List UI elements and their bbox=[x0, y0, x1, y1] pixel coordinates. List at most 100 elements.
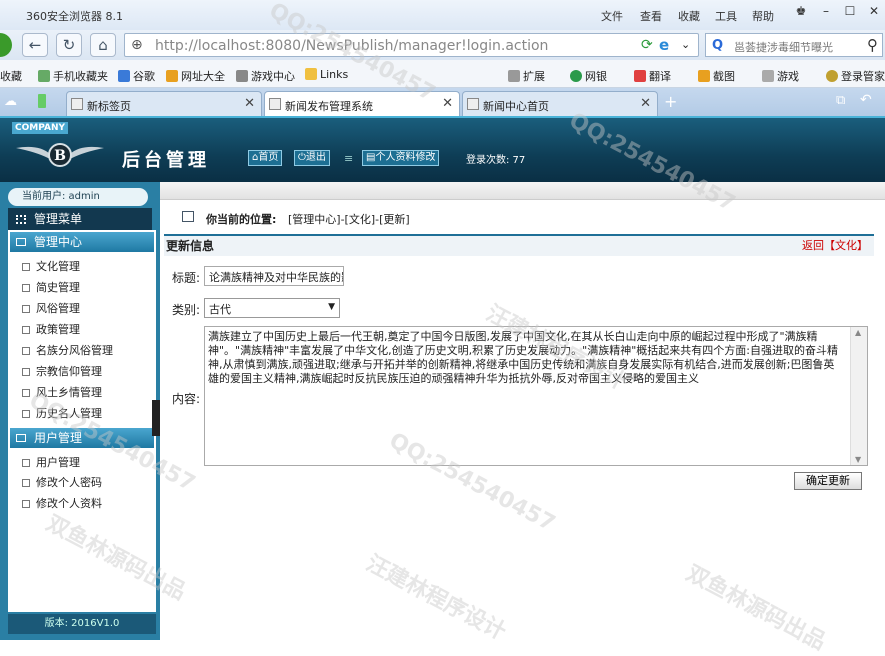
url-dropdown-icon[interactable]: ⌄ bbox=[681, 38, 690, 51]
address-toolbar: ← ↻ ⌂ ⊕ http://localhost:8080/NewsPublis… bbox=[0, 30, 885, 60]
sidebar-item-edit-profile[interactable]: 修改个人资料 bbox=[22, 495, 102, 511]
cloud-icon[interactable]: ☁ bbox=[4, 94, 17, 109]
bookmark-games[interactable]: 游戏中心 bbox=[236, 68, 295, 84]
group-icon bbox=[16, 238, 26, 246]
search-icon[interactable]: ⚲ bbox=[867, 36, 878, 54]
new-tab-icon[interactable]: + bbox=[664, 92, 677, 111]
sidebar-item-label: 修改个人密码 bbox=[36, 476, 102, 489]
tab-bar: ☁ 新标签页 ✕ 新闻发布管理系统 ✕ 新闻中心首页 ✕ + ⧉ ↶ bbox=[0, 88, 885, 116]
sidebar-item-ethnic-customs[interactable]: 名族分风俗管理 bbox=[22, 342, 113, 358]
minimize-icon[interactable]: – bbox=[815, 4, 837, 22]
profile-button[interactable]: ▤个人资料修改 bbox=[362, 150, 440, 166]
content-toolbar bbox=[160, 182, 885, 200]
bank-label: 网银 bbox=[585, 70, 607, 83]
phone-icon[interactable] bbox=[38, 94, 46, 108]
menu-tools[interactable]: 工具 bbox=[715, 8, 737, 24]
sidebar-item-customs[interactable]: 风俗管理 bbox=[22, 300, 80, 316]
content-textarea[interactable]: 满族建立了中国历史上最后一代王朝,奠定了中国今日版图,发展了中国文化,在其从长白… bbox=[204, 326, 868, 466]
bookmark-hao-label: 网址大全 bbox=[181, 70, 225, 83]
sidebar-item-users[interactable]: 用户管理 bbox=[22, 454, 80, 470]
logout-button[interactable]: ⏻退出 bbox=[294, 150, 330, 166]
scroll-up-icon[interactable]: ▲ bbox=[855, 328, 861, 337]
tab-news-home[interactable]: 新闻中心首页 ✕ bbox=[462, 91, 658, 116]
browser-side-logo-icon bbox=[0, 33, 12, 57]
search-text: 邕荟捷涉毒细节曝光 bbox=[734, 41, 833, 54]
sidebar-item-label: 用户管理 bbox=[36, 456, 80, 469]
bentley-logo-icon: B bbox=[16, 143, 104, 167]
tab-new-tab[interactable]: 新标签页 ✕ bbox=[66, 91, 262, 116]
menu-favorites[interactable]: 收藏 bbox=[678, 8, 700, 24]
sidebar-item-policy[interactable]: 政策管理 bbox=[22, 321, 80, 337]
sidebar-item-religion[interactable]: 宗教信仰管理 bbox=[22, 363, 102, 379]
doc-icon bbox=[22, 410, 30, 418]
app-title: 后台管理 bbox=[122, 150, 210, 171]
scroll-down-icon[interactable]: ▼ bbox=[855, 455, 861, 464]
close-tab-icon[interactable]: ✕ bbox=[442, 96, 453, 111]
doc-icon bbox=[22, 459, 30, 467]
home-icon[interactable]: ⌂ bbox=[90, 33, 116, 57]
screenshot-button[interactable]: 截图 bbox=[698, 68, 735, 84]
search-engine-icon[interactable]: Q bbox=[712, 38, 723, 53]
ie-mode-icon[interactable]: e bbox=[659, 36, 669, 54]
bookmark-google[interactable]: 谷歌 bbox=[118, 68, 155, 84]
bank-button[interactable]: 网银 bbox=[570, 68, 607, 84]
menu-file[interactable]: 文件 bbox=[601, 8, 623, 24]
back-link[interactable]: 返回【文化】 bbox=[802, 236, 868, 256]
close-window-icon[interactable]: ✕ bbox=[863, 4, 885, 22]
home-button[interactable]: ⌂首页 bbox=[248, 150, 283, 166]
title-field[interactable]: 论满族精神及对中华民族的影响 bbox=[204, 266, 344, 286]
search-input[interactable]: Q 邕荟捷涉毒细节曝光 ⚲ bbox=[705, 33, 883, 57]
tab-list-icon[interactable]: ⧉ bbox=[836, 93, 845, 108]
sidebar-item-famous-people[interactable]: 历史名人管理 bbox=[22, 405, 102, 421]
sidebar-item-local-life[interactable]: 风土乡情管理 bbox=[22, 384, 102, 400]
sidebar-item-change-password[interactable]: 修改个人密码 bbox=[22, 474, 102, 490]
sidebar-item-history[interactable]: 简史管理 bbox=[22, 279, 80, 295]
back-icon[interactable]: ← bbox=[22, 33, 48, 57]
url-text: http://localhost:8080/NewsPublish/manage… bbox=[155, 38, 549, 54]
sidebar-item-culture[interactable]: 文化管理 bbox=[22, 258, 80, 274]
extensions-label: 扩展 bbox=[523, 70, 545, 83]
confirm-update-button[interactable]: 确定更新 bbox=[794, 472, 862, 490]
app-header: COMPANY B 后台管理 ⌂首页 ⏻退出 ≡ ▤个人资料修改 登录次数: 7… bbox=[0, 116, 885, 182]
bookmark-favorites[interactable]: 收藏 bbox=[0, 68, 22, 84]
compat-mode-icon[interactable]: ⟳ bbox=[641, 37, 653, 53]
undo-close-icon[interactable]: ↶ bbox=[860, 92, 872, 108]
skin-icon[interactable]: ♚ bbox=[790, 4, 812, 22]
textarea-scrollbar[interactable]: ▲ ▼ bbox=[850, 327, 867, 465]
login-manager-button[interactable]: 登录管家 bbox=[826, 68, 885, 84]
group-icon bbox=[16, 434, 26, 442]
content-label: 内容: bbox=[172, 392, 201, 406]
tab-news-admin[interactable]: 新闻发布管理系统 ✕ bbox=[264, 91, 460, 116]
bookmark-links[interactable]: Links bbox=[305, 68, 348, 81]
page-info-icon[interactable]: ⊕ bbox=[131, 37, 143, 53]
doc-icon bbox=[22, 368, 30, 376]
close-tab-icon[interactable]: ✕ bbox=[640, 96, 651, 111]
group-management-center[interactable]: 管理中心 bbox=[10, 232, 154, 252]
url-field[interactable]: ⊕ http://localhost:8080/NewsPublish/mana… bbox=[124, 33, 699, 57]
menu-help[interactable]: 帮助 bbox=[752, 8, 774, 24]
login-count: 登录次数: 77 bbox=[466, 155, 526, 166]
browser-logo-icon bbox=[0, 4, 20, 26]
close-tab-icon[interactable]: ✕ bbox=[244, 96, 255, 111]
game-button[interactable]: 游戏 bbox=[762, 68, 799, 84]
bookmark-mobile[interactable]: 手机收藏夹 bbox=[38, 68, 108, 84]
sidebar-item-label: 政策管理 bbox=[36, 323, 80, 336]
group-user-management[interactable]: 用户管理 bbox=[10, 428, 154, 448]
extensions-button[interactable]: 扩展 bbox=[508, 68, 545, 84]
category-select[interactable]: 古代 ▼ bbox=[204, 298, 340, 318]
refresh-icon[interactable]: ↻ bbox=[56, 33, 82, 57]
bookmark-hao[interactable]: 网址大全 bbox=[166, 68, 225, 84]
doc-icon bbox=[22, 263, 30, 271]
maximize-icon[interactable]: ☐ bbox=[839, 4, 861, 22]
sidebar-item-label: 名族分风俗管理 bbox=[36, 344, 113, 357]
translate-button[interactable]: 翻译 bbox=[634, 68, 671, 84]
version-label: 版本: 2016V1.0 bbox=[8, 614, 156, 634]
logout-button-label: 退出 bbox=[305, 152, 326, 163]
section-header: 更新信息 返回【文化】 bbox=[164, 234, 874, 256]
menu-view[interactable]: 查看 bbox=[640, 8, 662, 24]
translate-label: 翻译 bbox=[649, 70, 671, 83]
doc-icon bbox=[22, 305, 30, 313]
bookmark-links-label: Links bbox=[320, 68, 349, 81]
tab-label: 新闻中心首页 bbox=[483, 100, 549, 113]
collapse-sidebar-handle[interactable] bbox=[152, 400, 160, 436]
